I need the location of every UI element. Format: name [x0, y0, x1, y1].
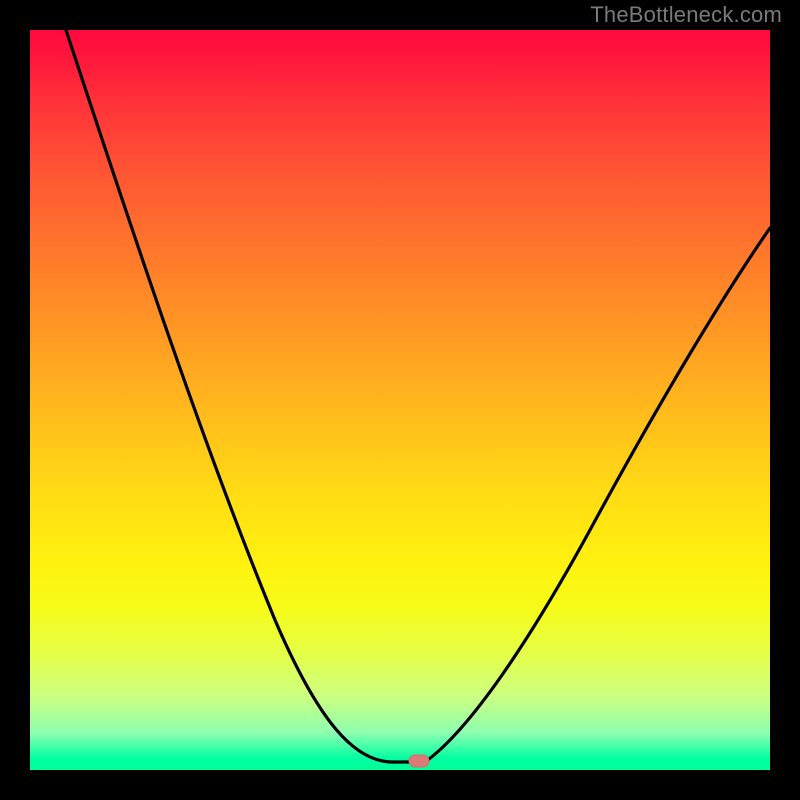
chart-frame: TheBottleneck.com	[0, 0, 800, 800]
bottleneck-curve	[30, 30, 770, 770]
gradient-plot-area	[30, 30, 770, 770]
curve-right	[425, 228, 770, 762]
curve-left	[66, 30, 390, 762]
optimal-marker	[409, 755, 429, 767]
watermark-text: TheBottleneck.com	[590, 2, 782, 28]
